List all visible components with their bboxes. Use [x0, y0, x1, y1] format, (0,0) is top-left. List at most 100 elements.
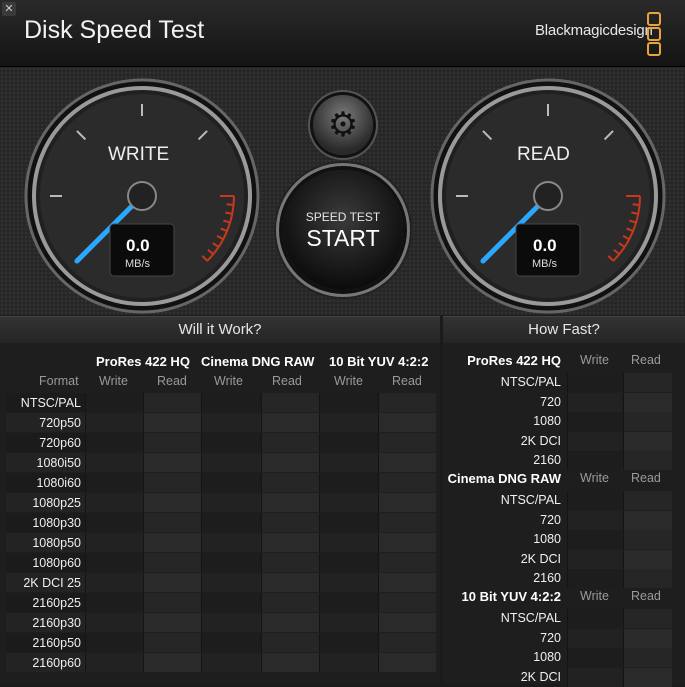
result-cell: [319, 493, 377, 512]
result-cell: [143, 513, 201, 532]
result-cell: [261, 433, 319, 452]
read-speed-unit: MB/s: [532, 258, 558, 270]
how-fast-codec-header: ProRes 422 HQ: [467, 353, 561, 368]
result-cell: [85, 573, 143, 592]
result-cell: [143, 413, 201, 432]
read-gauge-label: READ: [517, 144, 570, 165]
how-fast-row-label: 720: [540, 512, 561, 527]
speed-cell: [623, 431, 672, 451]
result-cell: [261, 473, 319, 492]
speed-cell: [623, 549, 672, 569]
how-fast-row-label: NTSC/PAL: [500, 493, 561, 507]
result-cell: [143, 553, 201, 572]
result-cell: [378, 433, 436, 452]
result-cell: [85, 453, 143, 472]
format-row-label: 2160p50: [32, 636, 81, 650]
column-header-write: Write: [214, 374, 243, 388]
result-cell: [201, 453, 259, 472]
result-cell: [143, 573, 201, 592]
how-fast-row-label: 720: [540, 630, 561, 645]
codec-header-10bit-yuv: 10 Bit YUV 4:2:2: [329, 354, 429, 369]
speed-cell: [567, 412, 622, 431]
result-cell: [378, 573, 436, 592]
speed-cell: [623, 510, 672, 530]
how-fast-row-label: 2K DCI: [520, 669, 561, 684]
speed-cell: [623, 569, 672, 588]
write-gauge: [24, 78, 260, 314]
speed-cell: [567, 373, 622, 392]
column-header-write: Write: [580, 353, 609, 367]
result-cell: [319, 613, 377, 632]
start-button-caption: SPEED TEST: [305, 210, 381, 224]
read-gauge-redline-tick: [631, 211, 639, 215]
format-row-label: 1080p60: [32, 556, 81, 570]
result-cell: [143, 653, 201, 672]
column-header-write: Write: [580, 471, 609, 485]
close-button[interactable]: ✕: [2, 2, 16, 16]
result-cell: [85, 593, 143, 612]
result-cell: [378, 493, 436, 512]
result-cell: [201, 493, 259, 512]
result-cell: [201, 433, 259, 452]
codec-header-prores: ProRes 422 HQ: [96, 354, 190, 369]
result-cell: [378, 513, 436, 532]
result-cell: [378, 473, 436, 492]
result-cell: [85, 393, 143, 412]
result-cell: [85, 473, 143, 492]
result-cell: [378, 413, 436, 432]
result-cell: [319, 513, 377, 532]
gear-icon: ⚙: [327, 106, 359, 144]
result-cell: [261, 493, 319, 512]
how-fast-row-label: 2K DCI: [520, 551, 561, 566]
result-cell: [85, 613, 143, 632]
column-header-write: Write: [334, 374, 363, 388]
write-speed-unit: MB/s: [125, 258, 151, 270]
result-cell: [201, 473, 259, 492]
result-cell: [201, 513, 259, 532]
result-cell: [201, 613, 259, 632]
format-row-label: 1080i60: [36, 476, 82, 490]
speed-cell: [623, 648, 672, 667]
settings-button[interactable]: ⚙: [313, 95, 373, 155]
speed-cell: [567, 648, 622, 667]
result-cell: [319, 453, 377, 472]
brand-name: Blackmagicdesign: [535, 22, 653, 39]
how-fast-row-label: 2160: [533, 571, 561, 585]
result-cell: [201, 653, 259, 672]
result-cell: [319, 573, 377, 592]
result-cell: [319, 393, 377, 412]
result-cell: [85, 493, 143, 512]
column-header-read: Read: [392, 374, 422, 388]
speed-cell: [623, 451, 672, 470]
result-cell: [201, 573, 259, 592]
how-fast-header: How Fast?: [443, 316, 685, 344]
how-fast-table: ProRes 422 HQ Write Read NTSC/PAL 720 1080 2K …: [443, 343, 685, 687]
column-header-read: Read: [157, 374, 187, 388]
how-fast-row-label: 1080: [533, 414, 561, 428]
read-gauge-hub: [533, 181, 563, 211]
will-it-work-header: Will it Work?: [0, 316, 440, 344]
result-cell: [85, 533, 143, 552]
read-gauge-redline-tick: [632, 203, 640, 206]
write-gauge-label: WRITE: [108, 144, 170, 165]
result-cell: [261, 593, 319, 612]
result-cell: [85, 553, 143, 572]
how-fast-row-label: 2160: [533, 453, 561, 467]
result-cell: [143, 613, 201, 632]
format-column-header: Format: [39, 374, 79, 388]
speed-cell: [623, 530, 672, 549]
how-fast-row-label: 2K DCI: [520, 433, 561, 448]
result-cell: [143, 633, 201, 652]
result-cell: [143, 593, 201, 612]
speed-cell: [623, 392, 672, 412]
speed-cell: [567, 510, 622, 530]
codec-header-cinema-dng: Cinema DNG RAW: [201, 354, 315, 369]
result-cell: [261, 573, 319, 592]
result-cell: [201, 393, 259, 412]
speed-cell: [567, 530, 622, 549]
start-button-label: START: [306, 225, 380, 251]
result-cell: [261, 413, 319, 432]
read-speed-value: 0.0: [533, 236, 557, 255]
speed-cell: [567, 491, 622, 510]
start-button[interactable]: SPEED TEST START: [283, 170, 403, 290]
